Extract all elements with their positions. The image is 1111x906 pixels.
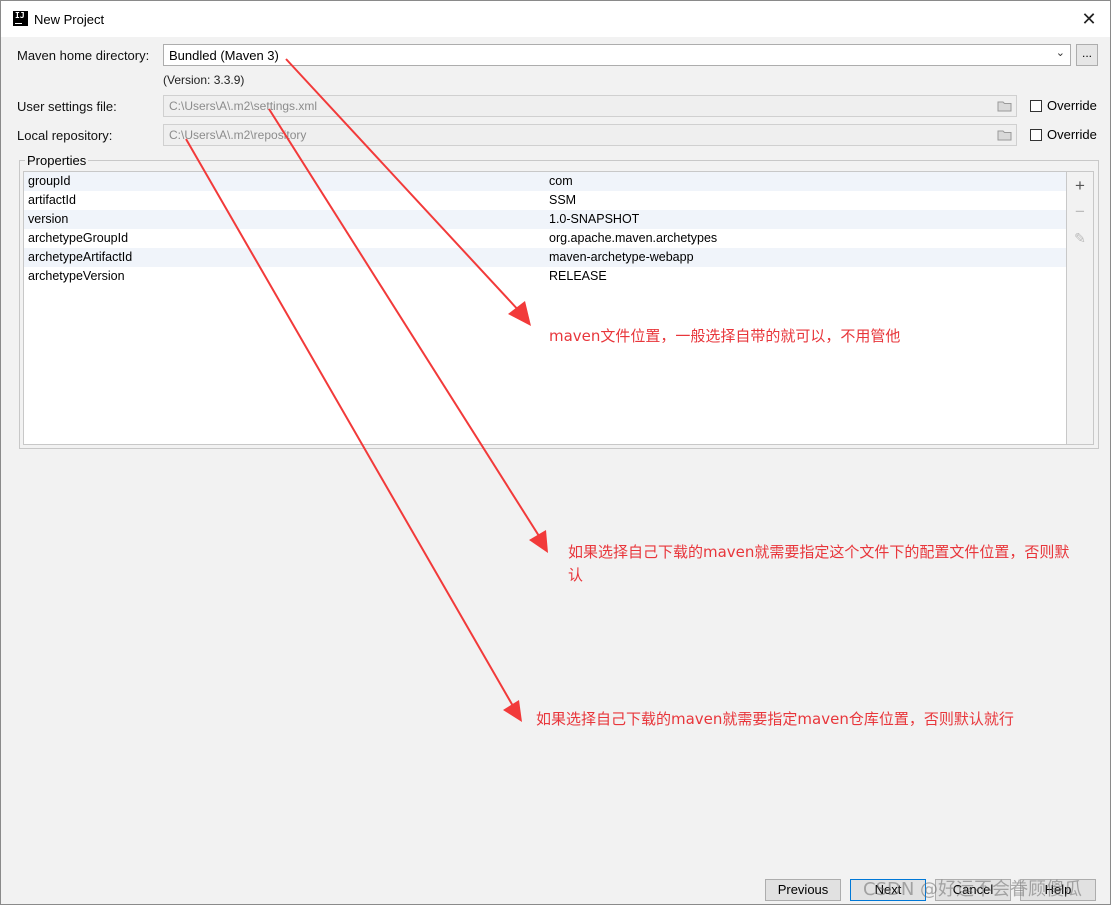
local-repository-override-checkbox[interactable]: Override — [1030, 127, 1097, 142]
maven-version-text: (Version: 3.3.9) — [163, 73, 245, 87]
checkbox-icon[interactable] — [1030, 129, 1042, 141]
property-key: archetypeVersion — [28, 269, 125, 283]
property-value: org.apache.maven.archetypes — [549, 231, 718, 245]
arrow-head — [503, 700, 522, 722]
property-value: maven-archetype-webapp — [549, 250, 694, 264]
user-settings-path: C:\Users\A\.m2\settings.xml — [169, 99, 318, 113]
property-key: archetypeArtifactId — [28, 250, 133, 264]
table-row[interactable]: archetypeVersion RELEASE — [24, 267, 1066, 286]
intellij-app-icon: IJ — [13, 11, 28, 26]
arrow-head — [529, 530, 548, 553]
table-row[interactable]: version 1.0-SNAPSHOT — [24, 210, 1066, 229]
title-bar: IJ New Project ✕ — [1, 1, 1110, 37]
annotation-text: 如果选择自己下载的maven就需要指定这个文件下的配置文件位置，否则默 — [568, 543, 1070, 561]
table-row[interactable]: archetypeArtifactId maven-archetype-weba… — [24, 248, 1066, 267]
property-key: version — [28, 212, 69, 226]
maven-home-label: Maven home directory: — [17, 48, 150, 63]
checkbox-icon[interactable] — [1030, 100, 1042, 112]
table-row[interactable]: artifactId SSM — [24, 191, 1066, 210]
previous-button[interactable]: Previous — [765, 879, 841, 901]
folder-icon[interactable] — [997, 129, 1012, 141]
close-icon: ✕ — [1081, 9, 1097, 29]
properties-table[interactable]: groupId com artifactId SSM version 1.0-S… — [23, 171, 1067, 445]
property-key: archetypeGroupId — [28, 231, 129, 245]
edit-pencil-icon[interactable]: ✎ — [1067, 227, 1093, 249]
window-title: New Project — [34, 12, 105, 27]
table-row[interactable]: groupId com — [24, 172, 1066, 191]
override-label: Override — [1047, 98, 1097, 113]
property-value: RELEASE — [549, 269, 607, 283]
annotation-text: 认 — [568, 566, 584, 584]
properties-toolbar: + − ✎ — [1067, 171, 1094, 445]
close-button[interactable]: ✕ — [1078, 8, 1100, 30]
annotation-text: 如果选择自己下载的maven就需要指定maven仓库位置，否则默认就行 — [536, 710, 1014, 728]
property-value: 1.0-SNAPSHOT — [549, 212, 640, 226]
csdn-watermark: CSDN @好运不会眷顾傻瓜 — [863, 879, 1083, 900]
chevron-down-icon[interactable]: ⌄ — [1056, 46, 1065, 59]
property-value: SSM — [549, 193, 577, 207]
local-repository-label: Local repository: — [17, 128, 113, 143]
user-settings-field[interactable]: C:\Users\A\.m2\settings.xml — [163, 95, 1017, 117]
annotation-text: maven文件位置，一般选择自带的就可以，不用管他 — [549, 327, 901, 345]
table-row[interactable]: archetypeGroupId org.apache.maven.archet… — [24, 229, 1066, 248]
local-repository-path: C:\Users\A\.m2\repository — [169, 128, 307, 142]
folder-icon[interactable] — [997, 100, 1012, 112]
maven-home-combobox[interactable]: Bundled (Maven 3) ⌄ — [163, 44, 1071, 66]
add-icon[interactable]: + — [1067, 175, 1093, 197]
property-key: groupId — [28, 174, 71, 188]
property-key: artifactId — [28, 193, 76, 207]
properties-title: Properties — [25, 153, 89, 168]
override-label: Override — [1047, 127, 1097, 142]
local-repository-field[interactable]: C:\Users\A\.m2\repository — [163, 124, 1017, 146]
user-settings-override-checkbox[interactable]: Override — [1030, 98, 1097, 113]
remove-icon[interactable]: − — [1067, 201, 1093, 223]
maven-home-browse-button[interactable]: ... — [1076, 44, 1098, 66]
property-value: com — [549, 174, 573, 188]
new-project-dialog: IJ New Project ✕ Maven home directory: B… — [0, 0, 1111, 905]
maven-home-value: Bundled (Maven 3) — [169, 48, 279, 63]
user-settings-label: User settings file: — [17, 99, 117, 114]
